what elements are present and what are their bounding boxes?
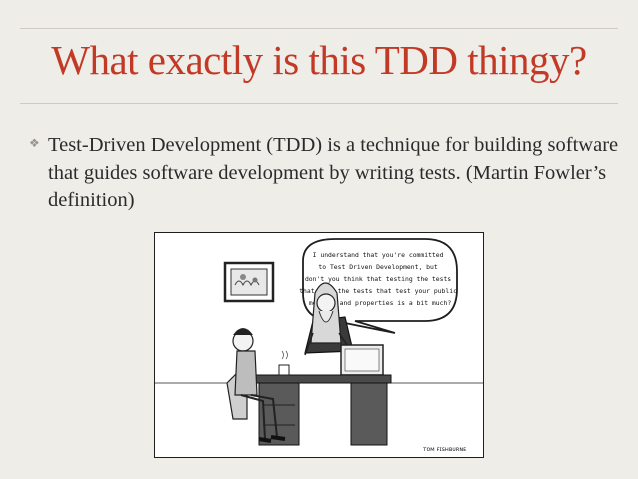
- coffee-cup: [278, 350, 290, 376]
- title-top-rule: [20, 28, 618, 29]
- bullet-text: Test-Driven Development (TDD) is a techn…: [48, 134, 619, 211]
- speech-line-3: don't you think that testing the tests: [305, 275, 451, 283]
- artist-signature: ᴛᴏᴍ ꜰɪꜱʜʙᴜʀɴᴇ: [423, 446, 466, 453]
- desk: [254, 374, 392, 446]
- cartoon-drawing: I understand that you're committed to Te…: [155, 238, 483, 453]
- bullet-icon: ❖: [29, 136, 40, 150]
- slide-title: What exactly is this TDD thingy?: [51, 37, 587, 83]
- speech-line-2: to Test Driven Development, but: [318, 263, 437, 271]
- title-bottom-rule: [20, 103, 618, 104]
- speech-line-1: I understand that you're committed: [313, 251, 444, 259]
- cartoon-image: I understand that you're committed to Te…: [154, 232, 484, 458]
- wall-painting: [223, 261, 275, 303]
